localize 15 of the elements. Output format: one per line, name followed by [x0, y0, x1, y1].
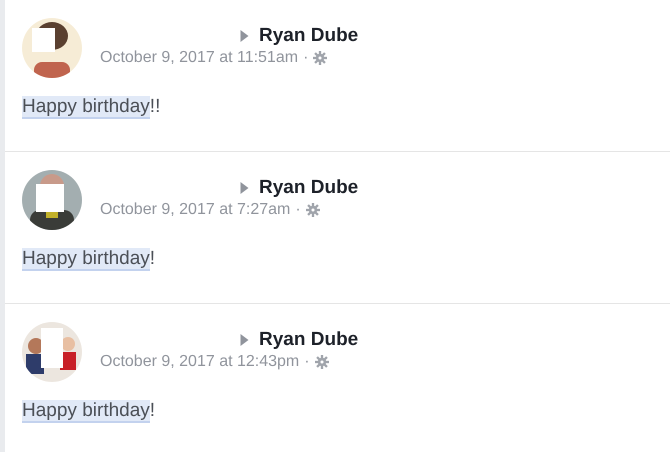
gear-icon[interactable]: [306, 203, 320, 217]
post-message: Happy birthday!: [22, 400, 156, 422]
post-message: Happy birthday!: [22, 248, 156, 270]
separator-dot: ·: [295, 201, 301, 219]
triangle-icon: [240, 182, 249, 194]
gear-icon[interactable]: [314, 355, 329, 369]
separator-dot: ·: [303, 49, 308, 67]
gear-icon[interactable]: [313, 51, 328, 65]
recipient-name[interactable]: Ryan Dube: [259, 25, 358, 47]
separator-dot: ·: [304, 353, 310, 371]
recipient-name[interactable]: Ryan Dube: [259, 177, 358, 199]
triangle-icon: [240, 334, 249, 346]
post-message: Happy birthday!!: [22, 96, 160, 118]
triangle-icon: [240, 30, 249, 42]
recipient-name[interactable]: Ryan Dube: [259, 329, 358, 351]
